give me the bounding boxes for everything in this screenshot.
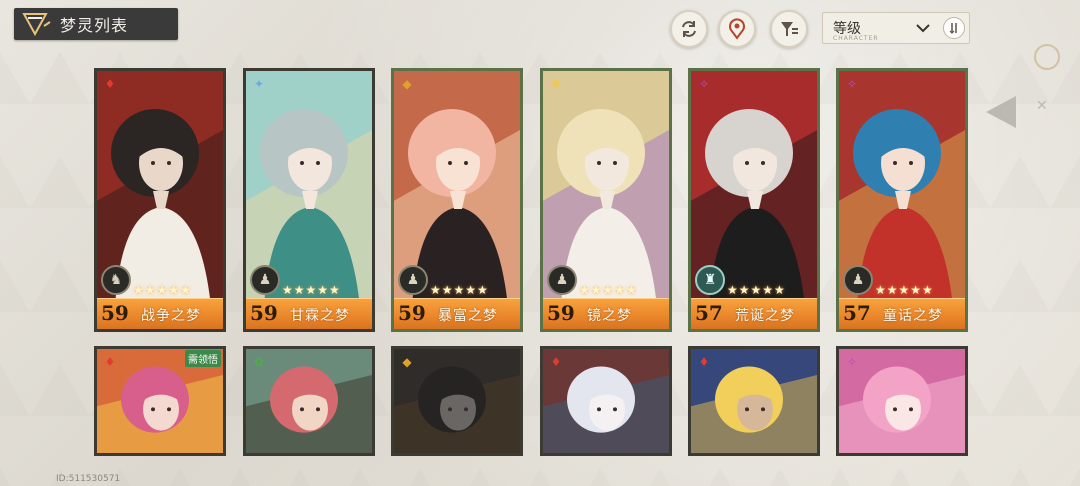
back-arrow-icon bbox=[14, 8, 54, 40]
decorative-ring bbox=[1034, 44, 1060, 70]
character-card[interactable]: ◆ bbox=[391, 346, 523, 456]
refresh-icon bbox=[682, 21, 696, 37]
character-card[interactable]: ♦ 需领悟 bbox=[94, 346, 226, 456]
gold-element-icon: ◆ bbox=[402, 77, 412, 91]
character-card[interactable]: ♦ ♞ ★★★★★ 59 战争之梦 bbox=[94, 68, 226, 332]
decorative-cross: ✕ bbox=[1036, 98, 1048, 114]
card-info-bar: 59 战争之梦 bbox=[97, 298, 223, 329]
card-info-bar: 59 暴富之梦 bbox=[394, 298, 520, 329]
card-info-bar: 57 荒诞之梦 bbox=[691, 298, 817, 329]
character-card[interactable]: ✧ ♜ ★★★★★ 57 荒诞之梦 bbox=[688, 68, 820, 332]
character-card[interactable]: ✺ ♟ ★★★★★ 59 镜之梦 bbox=[540, 68, 672, 332]
filter-icon bbox=[781, 22, 798, 36]
sort-order-icon bbox=[949, 23, 957, 34]
star-rating: ★★★★★ bbox=[875, 283, 934, 297]
sort-dropdown[interactable]: 等级 CHARACTER bbox=[822, 12, 970, 44]
star-rating: ★★★★★ bbox=[430, 283, 489, 297]
character-level: 59 bbox=[101, 301, 129, 325]
card-info-bar: 59 镜之梦 bbox=[543, 298, 669, 329]
character-name: 战争之梦 bbox=[141, 308, 201, 324]
sort-order-button[interactable] bbox=[943, 17, 965, 39]
character-card[interactable]: ✦ ♟ ★★★★★ 59 甘霖之梦 bbox=[243, 68, 375, 332]
back-title-bar[interactable]: 梦灵列表 bbox=[14, 8, 178, 40]
character-level: 57 bbox=[695, 301, 723, 325]
status-badge: 需领悟 bbox=[185, 350, 221, 367]
knight-class-icon: ♞ bbox=[101, 265, 131, 295]
filter-button[interactable] bbox=[770, 10, 808, 48]
pawn-class-icon: ♟ bbox=[398, 265, 428, 295]
light-element-icon: ✺ bbox=[550, 77, 562, 91]
character-card[interactable]: ◆ ♟ ★★★★★ 59 暴富之梦 bbox=[391, 68, 523, 332]
character-card[interactable]: ✧ bbox=[836, 346, 968, 456]
rook-class-icon: ♜ bbox=[695, 265, 725, 295]
decorative-triangle bbox=[986, 96, 1016, 128]
character-name: 镜之梦 bbox=[587, 308, 632, 324]
sort-sublabel: CHARACTER bbox=[833, 35, 879, 42]
gold-element-icon: ◆ bbox=[402, 355, 412, 369]
water-element-icon: ✦ bbox=[253, 77, 265, 91]
card-info-bar: 57 童话之梦 bbox=[839, 298, 965, 329]
character-level: 59 bbox=[547, 301, 575, 325]
character-name: 甘霖之梦 bbox=[290, 308, 350, 324]
dark-element-icon: ✧ bbox=[698, 77, 710, 91]
dark-element-icon: ✧ bbox=[846, 355, 858, 369]
fire-element-icon: ♦ bbox=[104, 77, 116, 91]
character-name: 童话之梦 bbox=[883, 308, 943, 324]
chevron-down-icon bbox=[916, 24, 930, 33]
character-name: 暴富之梦 bbox=[438, 308, 498, 324]
refresh-button[interactable] bbox=[670, 10, 708, 48]
character-card[interactable]: ♦ bbox=[688, 346, 820, 456]
card-info-bar: 59 甘霖之梦 bbox=[246, 298, 372, 329]
star-rating: ★★★★★ bbox=[579, 283, 638, 297]
fire-element-icon: ♦ bbox=[550, 355, 562, 369]
location-button[interactable] bbox=[718, 10, 756, 48]
character-level: 57 bbox=[843, 301, 871, 325]
star-rating: ★★★★★ bbox=[282, 283, 341, 297]
page-title: 梦灵列表 bbox=[60, 16, 129, 35]
nature-element-icon: ✿ bbox=[253, 355, 265, 369]
character-level: 59 bbox=[250, 301, 278, 325]
character-name: 荒诞之梦 bbox=[735, 308, 795, 324]
character-card[interactable]: ✧ ♟ ★★★★★ 57 童话之梦 bbox=[836, 68, 968, 332]
pawn-class-icon: ♟ bbox=[547, 265, 577, 295]
star-rating: ★★★★★ bbox=[727, 283, 786, 297]
dark-element-icon: ✧ bbox=[846, 77, 858, 91]
location-pin-icon bbox=[729, 18, 745, 40]
character-card[interactable]: ✿ bbox=[243, 346, 375, 456]
character-level: 59 bbox=[398, 301, 426, 325]
fire-element-icon: ♦ bbox=[698, 355, 710, 369]
fire-element-icon: ♦ bbox=[104, 355, 116, 369]
player-id: ID:511530571 bbox=[56, 474, 121, 484]
pawn-class-icon: ♟ bbox=[843, 265, 873, 295]
pawn-class-icon: ♟ bbox=[250, 265, 280, 295]
star-rating: ★★★★★ bbox=[133, 283, 192, 297]
character-card[interactable]: ♦ bbox=[540, 346, 672, 456]
